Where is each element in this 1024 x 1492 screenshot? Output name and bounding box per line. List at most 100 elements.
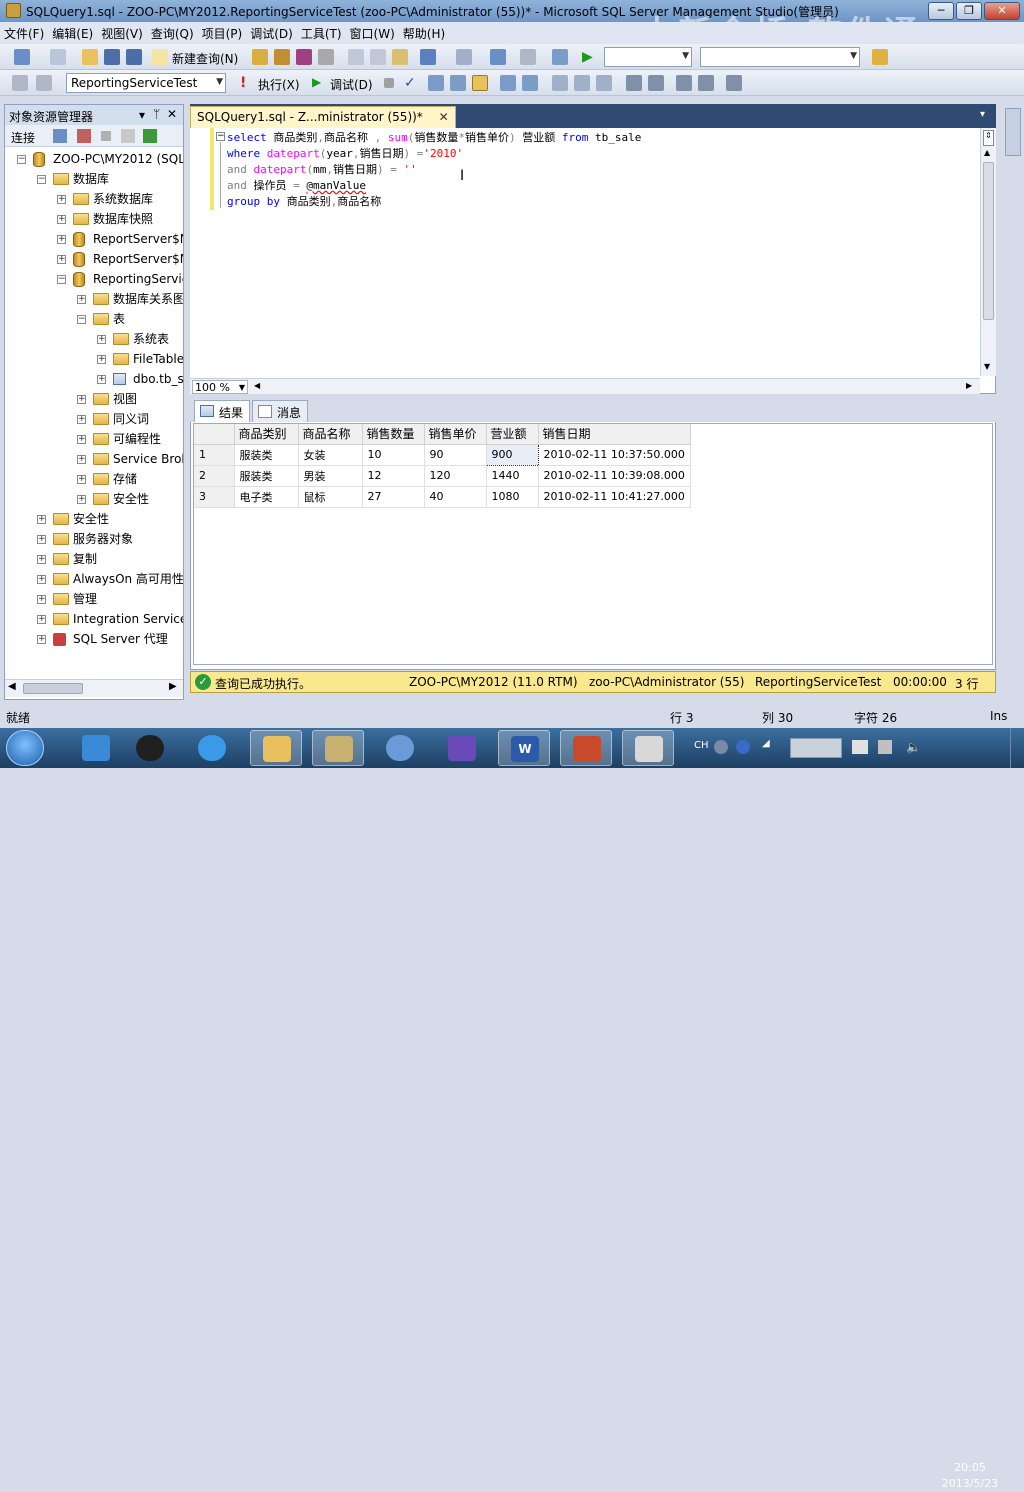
navigate-backward-icon[interactable] — [490, 49, 506, 65]
taskbar-app-bird[interactable] — [70, 730, 122, 766]
grid-cell[interactable]: 120 — [424, 465, 487, 487]
expand-node-icon[interactable]: + — [77, 395, 86, 404]
toolbox-icon[interactable] — [872, 49, 888, 65]
collapse-node-icon[interactable]: − — [37, 175, 46, 184]
tree-node[interactable]: 管理 — [73, 589, 183, 609]
tree-node[interactable]: ReportingServic — [93, 269, 183, 289]
editor-scroll-thumb[interactable] — [983, 162, 994, 320]
grid-cell[interactable]: 男装 — [298, 465, 363, 487]
close-button[interactable]: ✕ — [984, 2, 1020, 20]
grid-cell[interactable]: 电子类 — [234, 486, 299, 508]
editor-vertical-scrollbar[interactable]: ⇕ ▲ ▼ — [980, 128, 996, 376]
display-plan-icon[interactable] — [428, 75, 444, 91]
taskbar-app-powerpoint[interactable] — [560, 730, 612, 766]
grid-cell[interactable]: 2010-02-11 10:37:50.000 — [538, 444, 691, 466]
increase-indent-icon[interactable] — [698, 75, 714, 91]
scroll-up-icon[interactable]: ▲ — [984, 148, 990, 157]
client-stats-icon[interactable] — [574, 75, 590, 91]
actual-plan-icon[interactable] — [552, 75, 568, 91]
input-language[interactable]: CH — [694, 740, 709, 751]
column-header[interactable]: 销售单价 — [424, 424, 487, 445]
refresh-icon[interactable] — [143, 129, 157, 143]
tree-node[interactable]: dbo.tb_sa — [133, 369, 183, 389]
tree-node[interactable]: 服务器对象 — [73, 529, 183, 549]
tree-node[interactable]: Integration Services — [73, 609, 183, 629]
tree-node[interactable]: 数据库 — [73, 169, 183, 189]
menu-file[interactable]: 文件(F) — [0, 22, 48, 42]
column-header[interactable]: 营业额 — [486, 424, 539, 445]
tree-node[interactable]: ReportServer$M — [93, 229, 183, 249]
expand-node-icon[interactable]: + — [97, 375, 106, 384]
intellisense-icon[interactable] — [726, 75, 742, 91]
open-file-icon[interactable] — [82, 49, 98, 65]
expand-node-icon[interactable]: + — [37, 515, 46, 524]
menu-edit[interactable]: 编辑(E) — [48, 22, 97, 42]
parse-icon[interactable]: ✓ — [404, 75, 420, 91]
menu-tools[interactable]: 工具(T) — [297, 22, 346, 42]
maximize-button[interactable]: ❐ — [956, 2, 982, 20]
grid-cell[interactable]: 900 — [485, 443, 539, 466]
find-select[interactable]: ▼ — [700, 47, 860, 67]
table-row[interactable]: 1 服装类 女装 10 90 900 2010-02-11 10:37:50.000 — [194, 443, 691, 466]
add-item-icon[interactable] — [50, 49, 66, 65]
uncomment-icon[interactable] — [648, 75, 664, 91]
specify-values-icon[interactable] — [596, 75, 612, 91]
redo-icon[interactable] — [456, 49, 472, 65]
column-header[interactable]: 商品名称 — [298, 424, 363, 445]
grid-cell[interactable]: 服装类 — [234, 444, 299, 466]
expand-node-icon[interactable]: + — [57, 235, 66, 244]
tree-node[interactable]: 同义词 — [113, 409, 183, 429]
expand-node-icon[interactable]: + — [37, 575, 46, 584]
expand-node-icon[interactable]: + — [77, 455, 86, 464]
collapse-node-icon[interactable]: − — [57, 275, 66, 284]
tab-list-icon[interactable]: ▾ — [980, 109, 985, 120]
new-query-button[interactable]: 新建查询(N) — [172, 50, 238, 67]
grid-corner-cell[interactable] — [194, 424, 235, 445]
dropdown-icon[interactable]: ▾ — [139, 108, 145, 122]
grid-cell[interactable]: 90 — [424, 444, 487, 466]
tree-node[interactable]: 可编程性 — [113, 429, 183, 449]
scroll-right-icon[interactable]: ▶ — [169, 681, 177, 692]
tray-box[interactable] — [790, 738, 842, 758]
pin-icon[interactable]: ᛘ — [153, 107, 160, 121]
start-button[interactable] — [6, 730, 44, 766]
grid-cell[interactable]: 1440 — [486, 465, 539, 487]
taskbar-app-ssms[interactable] — [312, 730, 364, 766]
start-debug-icon[interactable]: ▶ — [582, 49, 598, 65]
expand-node-icon[interactable]: + — [57, 215, 66, 224]
tree-node[interactable]: 系统数据库 — [93, 189, 183, 209]
tree-node[interactable]: 安全性 — [73, 509, 183, 529]
tree-node[interactable]: 表 — [113, 309, 183, 329]
new-project-icon[interactable] — [14, 49, 30, 65]
stop-icon[interactable] — [101, 131, 111, 141]
tree-node[interactable]: 复制 — [73, 549, 183, 569]
minimize-button[interactable]: ─ — [928, 2, 954, 20]
expand-node-icon[interactable]: + — [77, 495, 86, 504]
results-tab[interactable]: 结果 — [194, 400, 251, 422]
connect-button[interactable]: 连接 — [11, 129, 35, 146]
tree-node[interactable]: 系统表 — [133, 329, 183, 349]
grid-cell[interactable]: 40 — [424, 486, 487, 508]
undo-icon[interactable] — [420, 49, 436, 65]
taskbar-app-ie[interactable] — [186, 730, 238, 766]
sql-code-area[interactable]: − select 商品类别,商品名称 , sum(销售数量*销售单价) 营业额 … — [190, 128, 980, 378]
expand-node-icon[interactable]: + — [37, 595, 46, 604]
scroll-left-icon[interactable]: ◀ — [8, 681, 16, 692]
copy-icon[interactable] — [370, 49, 386, 65]
menu-help[interactable]: 帮助(H) — [399, 22, 449, 42]
execute-button[interactable]: 执行(X) — [258, 76, 300, 93]
paste-icon[interactable] — [392, 49, 408, 65]
menu-query[interactable]: 查询(Q) — [147, 22, 198, 42]
close-panel-icon[interactable]: ✕ — [167, 107, 177, 121]
tree-node[interactable]: AlwaysOn 高可用性 — [73, 569, 183, 589]
grid-cell[interactable]: 2010-02-11 10:39:08.000 — [538, 465, 691, 487]
expand-node-icon[interactable]: + — [77, 295, 86, 304]
column-header[interactable]: 商品类别 — [234, 424, 299, 445]
comment-icon[interactable] — [626, 75, 642, 91]
tree-node[interactable]: SQL Server 代理 — [73, 629, 183, 649]
tray-expand-icon[interactable]: ◢ — [762, 738, 770, 749]
menu-window[interactable]: 窗口(W) — [346, 22, 399, 42]
grid-cell[interactable]: 27 — [362, 486, 425, 508]
taskbar-app-vs[interactable] — [436, 730, 488, 766]
scroll-thumb[interactable] — [23, 683, 83, 694]
